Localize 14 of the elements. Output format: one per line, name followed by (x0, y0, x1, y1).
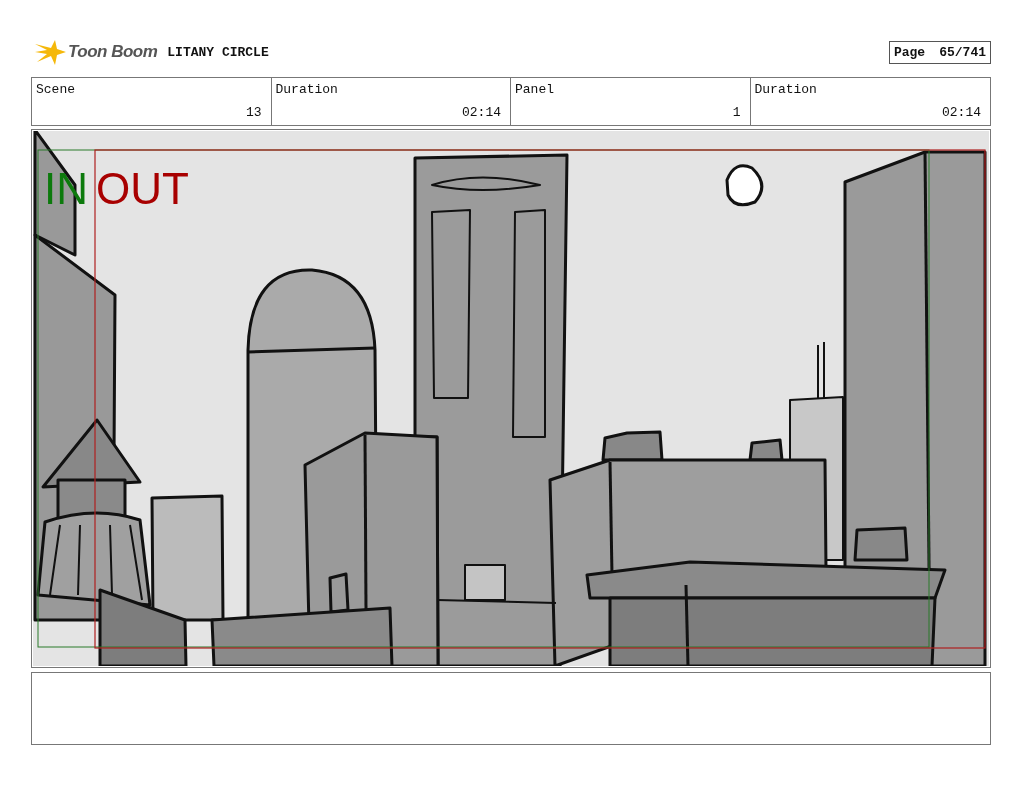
field-value: 1 (732, 105, 741, 120)
page-number: 65/741 (939, 44, 986, 60)
page-label: Page (893, 44, 926, 60)
field-label: Panel (515, 82, 555, 97)
star-logo-icon (33, 38, 67, 66)
out-label: OUT (96, 164, 189, 213)
field-value: 13 (245, 105, 262, 120)
field-value: 02:14 (462, 105, 501, 120)
field-label: Duration (754, 82, 818, 97)
field-label: Scene (36, 82, 76, 97)
field-value: 02:14 (942, 105, 981, 120)
field-label: Duration (275, 82, 339, 97)
storyboard-title: LITANY CIRCLE (167, 44, 269, 60)
logo-text: Toon Boom (68, 42, 158, 62)
